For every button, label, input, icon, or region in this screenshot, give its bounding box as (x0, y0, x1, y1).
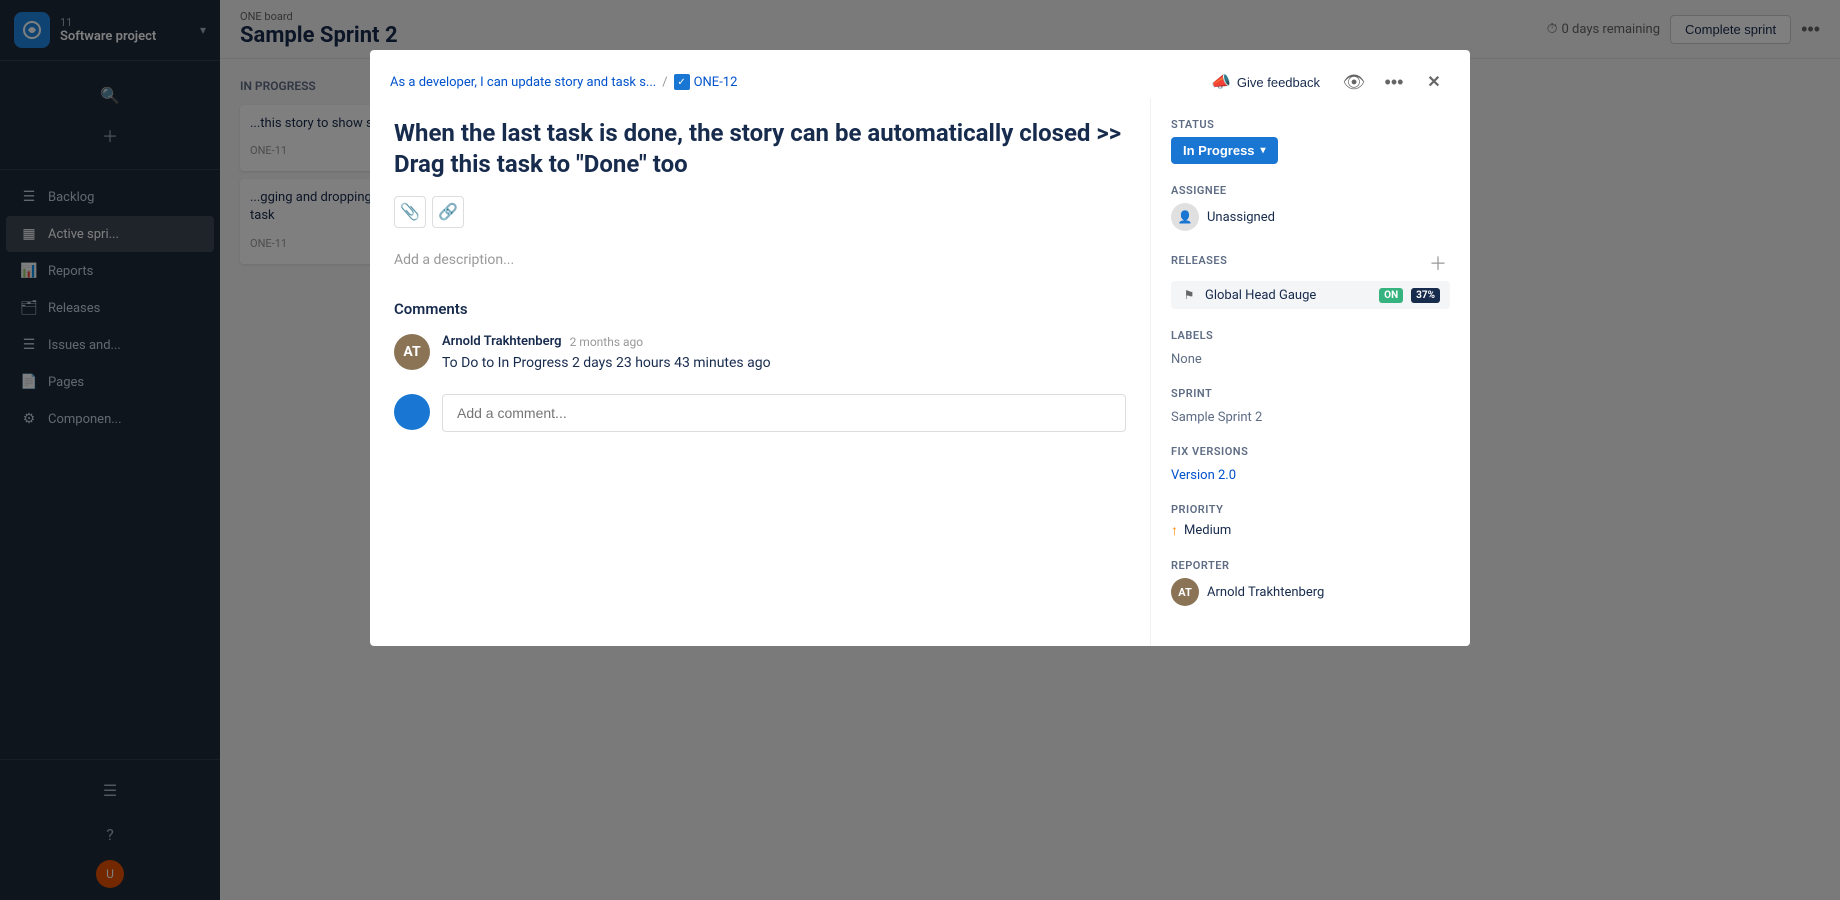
breadcrumb-issue-link[interactable]: ✓ ONE-12 (674, 74, 738, 90)
link-icon: 🔗 (438, 202, 458, 222)
comments-heading: Comments (394, 300, 1126, 318)
add-comment-input[interactable] (442, 394, 1126, 432)
priority-section: Priority ↑ Medium (1171, 503, 1450, 539)
priority-row: ↑ Medium (1171, 522, 1450, 539)
assignee-label: Assignee (1171, 184, 1450, 197)
close-button[interactable]: ✕ (1418, 66, 1450, 98)
flag-icon: ⚑ (1181, 287, 1197, 303)
issue-type-icon: ✓ (674, 74, 690, 90)
priority-arrow-icon: ↑ (1171, 522, 1178, 539)
modal-left-panel: When the last task is done, the story ca… (370, 98, 1150, 646)
add-release-button[interactable]: ＋ (1426, 251, 1450, 275)
description-field[interactable]: Add a description... (394, 244, 1126, 276)
releases-section: Releases ＋ ⚑ Global Head Gauge ON 37% (1171, 251, 1450, 309)
comment-text: To Do to In Progress 2 days 23 hours 43 … (442, 353, 1126, 374)
paperclip-icon: 📎 (400, 202, 420, 222)
status-label: Status (1171, 118, 1450, 131)
watch-button[interactable]: 👁 (1338, 66, 1370, 98)
comment-meta: Arnold Trakhtenberg 2 months ago (442, 334, 1126, 349)
sprint-label: Sprint (1171, 387, 1450, 400)
modal-toolbar: 📎 🔗 (394, 196, 1126, 228)
fix-version-link[interactable]: Version 2.0 (1171, 468, 1236, 483)
attach-button[interactable]: 📎 (394, 196, 426, 228)
give-feedback-button[interactable]: 📣 Give feedback (1201, 66, 1330, 98)
status-section: Status In Progress ▾ (1171, 118, 1450, 164)
comment-content: Arnold Trakhtenberg 2 months ago To Do t… (442, 334, 1126, 374)
breadcrumb-separator: / (662, 75, 667, 90)
modal-header: As a developer, I can update story and t… (370, 50, 1470, 98)
user-icon: 👤 (403, 404, 420, 420)
reporter-name: Arnold Trakhtenberg (1207, 585, 1324, 600)
chevron-down-icon: ▾ (1261, 145, 1266, 156)
person-icon: 👤 (1178, 210, 1193, 224)
priority-label: Priority (1171, 503, 1450, 516)
issue-id-label: ONE-12 (694, 75, 738, 90)
sprint-value: Sample Sprint 2 (1171, 410, 1262, 425)
reporter-label: Reporter (1171, 559, 1450, 572)
release-on-badge: ON (1379, 288, 1403, 303)
comment-author-name: Arnold Trakhtenberg (442, 334, 562, 349)
releases-header: Releases ＋ (1171, 251, 1450, 275)
assignee-row: 👤 Unassigned (1171, 203, 1450, 231)
issue-title: When the last task is done, the story ca… (394, 118, 1126, 180)
modal-right-panel: Status In Progress ▾ Assignee 👤 Unassign… (1150, 98, 1470, 646)
assignee-avatar: 👤 (1171, 203, 1199, 231)
sprint-section: Sprint Sample Sprint 2 (1171, 387, 1450, 425)
reporter-section: Reporter AT Arnold Trakhtenberg (1171, 559, 1450, 606)
modal-overlay[interactable]: As a developer, I can update story and t… (0, 0, 1840, 900)
current-user-avatar: 👤 (394, 394, 430, 430)
labels-section: Labels None (1171, 329, 1450, 367)
labels-label: Labels (1171, 329, 1450, 342)
fix-versions-section: Fix versions Version 2.0 (1171, 445, 1450, 483)
more-icon: ••• (1385, 72, 1404, 93)
reporter-row: AT Arnold Trakhtenberg (1171, 578, 1450, 606)
reporter-avatar: AT (1171, 578, 1199, 606)
assignee-name: Unassigned (1207, 210, 1275, 225)
releases-label: Releases (1171, 254, 1227, 267)
comment-item: AT Arnold Trakhtenberg 2 months ago To D… (394, 334, 1126, 374)
breadcrumb-parent-link[interactable]: As a developer, I can update story and t… (390, 75, 656, 90)
link-button[interactable]: 🔗 (432, 196, 464, 228)
comment-author-avatar: AT (394, 334, 430, 370)
modal-body: When the last task is done, the story ca… (370, 98, 1470, 646)
release-name: Global Head Gauge (1205, 288, 1371, 303)
release-percent-badge: 37% (1411, 288, 1440, 303)
status-button[interactable]: In Progress ▾ (1171, 137, 1278, 164)
release-item: ⚑ Global Head Gauge ON 37% (1171, 281, 1450, 309)
assignee-section: Assignee 👤 Unassigned (1171, 184, 1450, 231)
priority-value: Medium (1184, 523, 1231, 538)
add-comment-row: 👤 (394, 394, 1126, 432)
eye-icon: 👁 (1343, 72, 1366, 93)
modal: As a developer, I can update story and t… (370, 50, 1470, 646)
give-feedback-label: Give feedback (1237, 75, 1320, 90)
comment-timestamp: 2 months ago (570, 335, 644, 349)
close-icon: ✕ (1427, 72, 1440, 92)
megaphone-icon: 📣 (1211, 72, 1231, 92)
more-options-button[interactable]: ••• (1378, 66, 1410, 98)
labels-value: None (1171, 352, 1202, 367)
status-value: In Progress (1183, 143, 1255, 158)
breadcrumb: As a developer, I can update story and t… (390, 74, 1193, 90)
modal-header-actions: 📣 Give feedback 👁 ••• ✕ (1201, 66, 1450, 98)
fix-versions-label: Fix versions (1171, 445, 1450, 458)
